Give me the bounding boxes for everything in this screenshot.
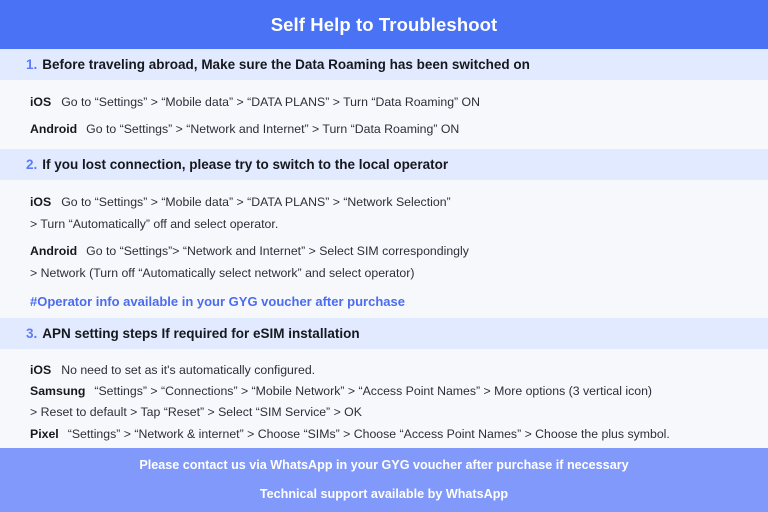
step-row-ios: iOS Go to “Settings” > “Mobile data” > “D…: [30, 193, 742, 212]
section-number-1: 1.: [26, 57, 38, 72]
page-title: Self Help to Troubleshoot: [270, 13, 498, 35]
section-header-3: 3. APN setting steps If required for eSI…: [0, 318, 768, 350]
step-text-ios: No need to set as it's automatically con…: [61, 363, 316, 378]
step-row-ios: iOS Go to “Settings” > “Mobile data” > “D…: [30, 93, 742, 112]
step-text-android: Go to “Settings”> “Network and Internet”…: [86, 244, 469, 259]
section-title-1-bold: Before traveling abroad,: [42, 57, 198, 72]
page-header: Self Help to Troubleshoot: [0, 0, 768, 49]
os-label-ios: iOS: [30, 363, 52, 378]
section-number-2: 2.: [26, 157, 38, 173]
step-continuation-ios: > Turn “Automatically” off and select op…: [30, 217, 279, 232]
footer-contact-line: Please contact us via WhatsApp in your G…: [139, 458, 629, 473]
footer-support-line: Technical support available by WhatsApp: [259, 487, 509, 502]
step-row-ios: iOS No need to set as it's automatically …: [30, 361, 742, 380]
section-body-1: iOS Go to “Settings” > “Mobile data” > “D…: [0, 80, 768, 149]
os-label-android: Android: [30, 244, 78, 259]
operator-info-note: #Operator info available in your GYG vou…: [30, 294, 405, 310]
step-row-android: Android Go to “Settings” > “Network and I…: [30, 120, 742, 139]
page-footer: Please contact us via WhatsApp in your G…: [0, 448, 768, 512]
step-row-samsung: Samsung “Settings” > “Connections” > “Mob…: [30, 382, 742, 401]
section-title-2: If you lost connection, please try to sw…: [42, 157, 449, 173]
section-title-3: APN setting steps If required for eSIM i…: [42, 326, 360, 342]
step-continuation-samsung: > Reset to default > Tap “Reset” > Selec…: [30, 405, 362, 420]
step-text-ios: Go to “Settings” > “Mobile data” > “DATA…: [61, 95, 481, 109]
os-label-samsung: Samsung: [30, 384, 86, 399]
troubleshoot-infographic: Self Help to Troubleshoot 1. Before trav…: [0, 0, 768, 512]
section-title-1-rest: Make sure the Data Roaming has been swit…: [197, 57, 530, 72]
step-row-pixel: Pixel “Settings” > “Network & internet” >…: [30, 425, 742, 444]
section-body-2: iOS Go to “Settings” > “Mobile data” > “D…: [0, 180, 768, 318]
section-header-1: 1. Before traveling abroad, Make sure th…: [0, 49, 768, 80]
os-label-ios: iOS: [30, 95, 52, 109]
os-label-android: Android: [30, 122, 78, 137]
step-text-pixel: “Settings” > “Network & internet” > Choo…: [67, 427, 670, 442]
section-header-2: 2. If you lost connection, please try to…: [0, 149, 768, 181]
content-area: 1. Before traveling abroad, Make sure th…: [0, 49, 768, 448]
os-label-pixel: Pixel: [30, 427, 59, 442]
section-number-3: 3.: [26, 326, 38, 342]
section-body-3: iOS No need to set as it's automatically …: [0, 349, 768, 448]
step-text-ios: Go to “Settings” > “Mobile data” > “DATA…: [61, 195, 451, 210]
step-text-android: Go to “Settings” > “Network and Internet…: [86, 122, 460, 137]
os-label-ios: iOS: [30, 195, 52, 210]
section-title-1: Before traveling abroad, Make sure the D…: [42, 57, 530, 72]
step-text-samsung: “Settings” > “Connections” > “Mobile Net…: [94, 384, 653, 399]
step-continuation-android: > Network (Turn off “Automatically selec…: [30, 266, 415, 281]
step-row-android: Android Go to “Settings”> “Network and In…: [30, 242, 742, 261]
